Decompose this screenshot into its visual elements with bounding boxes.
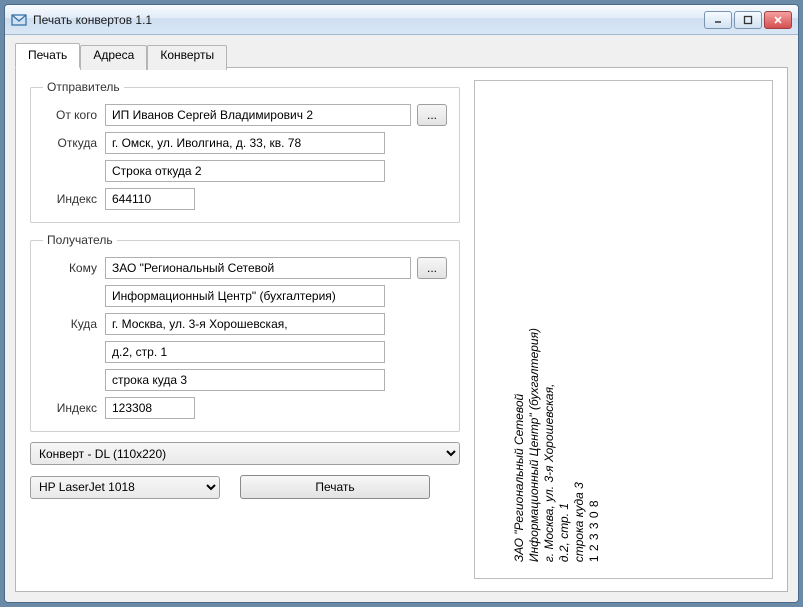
- envelope-surface: ИП Иванов Сергей Владимирович 2 г. Омск,…: [474, 308, 624, 579]
- from-browse-button[interactable]: ...: [417, 104, 447, 126]
- window-title: Печать конвертов 1.1: [33, 13, 704, 27]
- preview-line: г. Москва, ул. 3-я Хорошевская,: [542, 328, 557, 562]
- preview-sender-block: ИП Иванов Сергей Владимирович 2 г. Омск,…: [474, 533, 484, 579]
- recipient-group: Получатель Кому ... Куда: [30, 233, 460, 432]
- print-button-label: Печать: [315, 480, 354, 494]
- sender-group: Отправитель От кого ... Откуда: [30, 80, 460, 223]
- printer-select[interactable]: HP LaserJet 1018: [30, 476, 220, 499]
- to-name1-input[interactable]: [105, 257, 411, 279]
- recipient-addr2-input[interactable]: [105, 341, 385, 363]
- bottom-row: HP LaserJet 1018 Печать: [30, 475, 460, 499]
- preview-line: д.2, стр. 1: [557, 328, 572, 562]
- recipient-index-label: Индекс: [43, 401, 105, 415]
- close-button[interactable]: [764, 11, 792, 29]
- tab-label: Адреса: [93, 48, 134, 62]
- envelope-format-select[interactable]: Конверт - DL (110х220): [30, 442, 460, 465]
- preview-index: 6 4 4 1 1 0: [474, 533, 484, 579]
- tab-label: Конверты: [160, 48, 214, 62]
- sender-index-input[interactable]: [105, 188, 195, 210]
- tab-strip: Печать Адреса Конверты: [15, 43, 788, 68]
- title-bar: Печать конвертов 1.1: [5, 5, 798, 35]
- recipient-addr1-input[interactable]: [105, 313, 385, 335]
- from-label: От кого: [43, 108, 105, 122]
- sender-addr2-input[interactable]: [105, 160, 385, 182]
- print-button[interactable]: Печать: [240, 475, 430, 499]
- left-column: Отправитель От кого ... Откуда: [30, 80, 460, 579]
- maximize-button[interactable]: [734, 11, 762, 29]
- to-label: Кому: [43, 261, 105, 275]
- tab-page-print: Отправитель От кого ... Откуда: [15, 68, 788, 592]
- preview-index: 1 2 3 3 0 8: [587, 328, 602, 562]
- sender-addr1-input[interactable]: [105, 132, 385, 154]
- recipient-addr3-input[interactable]: [105, 369, 385, 391]
- tab-label: Печать: [28, 48, 67, 62]
- minimize-button[interactable]: [704, 11, 732, 29]
- preview-recipient-block: ЗАО "Региональный Сетевой Информационный…: [512, 328, 602, 562]
- client-area: Печать Адреса Конверты Отправитель От ко…: [5, 35, 798, 602]
- to-browse-button[interactable]: ...: [417, 257, 447, 279]
- recipient-legend: Получатель: [43, 233, 117, 247]
- from-input[interactable]: [105, 104, 411, 126]
- preview-line: ЗАО "Региональный Сетевой: [512, 328, 527, 562]
- window-controls: [704, 11, 792, 29]
- sender-index-label: Индекс: [43, 192, 105, 206]
- main-window: Печать конвертов 1.1 Печать Адреса Конве…: [4, 4, 799, 603]
- preview-line: Информационный Центр" (бухгалтерия): [527, 328, 542, 562]
- sender-where-label: Откуда: [43, 136, 105, 150]
- preview-line: строка куда 3: [572, 328, 587, 562]
- tab-envelopes[interactable]: Конверты: [147, 45, 227, 70]
- tab-print[interactable]: Печать: [15, 43, 80, 68]
- sender-legend: Отправитель: [43, 80, 124, 94]
- envelope-preview: ИП Иванов Сергей Владимирович 2 г. Омск,…: [474, 80, 773, 579]
- tab-addresses[interactable]: Адреса: [80, 45, 147, 70]
- recipient-where-label: Куда: [43, 317, 105, 331]
- ellipsis-icon: ...: [427, 108, 437, 122]
- app-icon: [11, 12, 27, 28]
- to-name2-input[interactable]: [105, 285, 385, 307]
- recipient-index-input[interactable]: [105, 397, 195, 419]
- right-column: ИП Иванов Сергей Владимирович 2 г. Омск,…: [474, 80, 773, 579]
- ellipsis-icon: ...: [427, 261, 437, 275]
